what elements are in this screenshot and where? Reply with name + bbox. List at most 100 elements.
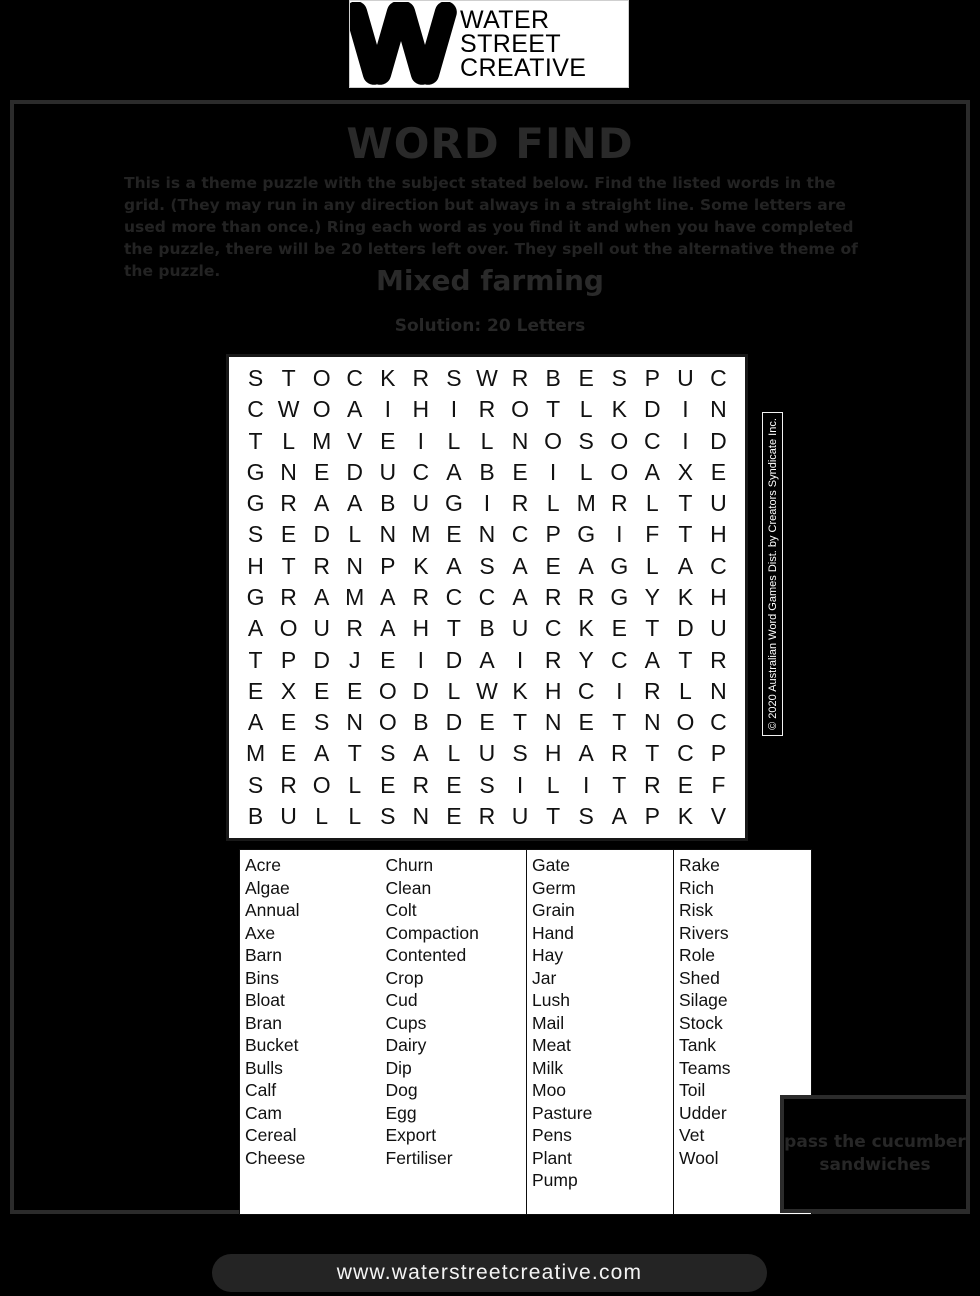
grid-cell-r9-c5[interactable]: A — [371, 613, 404, 644]
word-item[interactable]: Silage — [679, 989, 811, 1012]
grid-cell-r4-c2[interactable]: N — [272, 457, 305, 488]
grid-cell-r14-c1[interactable]: S — [239, 769, 272, 800]
word-item[interactable]: Fertiliser — [386, 1147, 527, 1170]
grid-cell-r14-c9[interactable]: I — [504, 769, 537, 800]
grid-cell-r9-c10[interactable]: C — [537, 613, 570, 644]
grid-cell-r9-c15[interactable]: U — [702, 613, 735, 644]
word-item[interactable]: Risk — [679, 899, 811, 922]
grid-cell-r11-c7[interactable]: L — [437, 676, 470, 707]
grid-cell-r5-c10[interactable]: L — [537, 488, 570, 519]
grid-cell-r11-c9[interactable]: K — [504, 676, 537, 707]
grid-cell-r9-c2[interactable]: O — [272, 613, 305, 644]
word-item[interactable]: Role — [679, 944, 811, 967]
grid-cell-r14-c4[interactable]: L — [338, 769, 371, 800]
grid-cell-r15-c14[interactable]: K — [669, 801, 702, 832]
grid-cell-r10-c1[interactable]: T — [239, 644, 272, 675]
grid-cell-r2-c14[interactable]: I — [669, 394, 702, 425]
grid-cell-r4-c7[interactable]: A — [437, 457, 470, 488]
grid-cell-r5-c13[interactable]: L — [636, 488, 669, 519]
grid-cell-r11-c14[interactable]: L — [669, 676, 702, 707]
grid-cell-r15-c3[interactable]: L — [305, 801, 338, 832]
grid-cell-r8-c8[interactable]: C — [470, 582, 503, 613]
grid-cell-r12-c13[interactable]: N — [636, 707, 669, 738]
grid-cell-r15-c12[interactable]: A — [603, 801, 636, 832]
grid-cell-r11-c8[interactable]: W — [470, 676, 503, 707]
word-item[interactable]: Compaction — [386, 922, 527, 945]
grid-cell-r15-c8[interactable]: R — [470, 801, 503, 832]
grid-cell-r1-c14[interactable]: U — [669, 363, 702, 394]
word-item[interactable]: Pens — [532, 1124, 673, 1147]
grid-cell-r7-c14[interactable]: A — [669, 551, 702, 582]
grid-cell-r11-c3[interactable]: E — [305, 676, 338, 707]
grid-cell-r6-c6[interactable]: M — [404, 519, 437, 550]
grid-cell-r9-c8[interactable]: B — [470, 613, 503, 644]
grid-cell-r12-c9[interactable]: T — [504, 707, 537, 738]
word-item[interactable]: Tank — [679, 1034, 811, 1057]
grid-cell-r14-c3[interactable]: O — [305, 769, 338, 800]
grid-cell-r8-c7[interactable]: C — [437, 582, 470, 613]
word-item[interactable]: Dip — [386, 1057, 527, 1080]
grid-cell-r3-c11[interactable]: S — [570, 426, 603, 457]
grid-cell-r1-c5[interactable]: K — [371, 363, 404, 394]
grid-cell-r5-c15[interactable]: U — [702, 488, 735, 519]
grid-cell-r5-c14[interactable]: T — [669, 488, 702, 519]
grid-cell-r5-c3[interactable]: A — [305, 488, 338, 519]
word-item[interactable]: Churn — [386, 854, 527, 877]
grid-cell-r2-c3[interactable]: O — [305, 394, 338, 425]
grid-cell-r15-c6[interactable]: N — [404, 801, 437, 832]
grid-cell-r13-c6[interactable]: A — [404, 738, 437, 769]
grid-cell-r7-c6[interactable]: K — [404, 551, 437, 582]
grid-cell-r11-c1[interactable]: E — [239, 676, 272, 707]
grid-cell-r10-c11[interactable]: Y — [570, 644, 603, 675]
grid-cell-r6-c2[interactable]: E — [272, 519, 305, 550]
grid-cell-r3-c8[interactable]: L — [470, 426, 503, 457]
grid-cell-r7-c4[interactable]: N — [338, 551, 371, 582]
grid-cell-r1-c13[interactable]: P — [636, 363, 669, 394]
grid-cell-r10-c3[interactable]: D — [305, 644, 338, 675]
word-item[interactable]: Cups — [386, 1012, 527, 1035]
word-item[interactable]: Bran — [245, 1012, 386, 1035]
grid-cell-r1-c15[interactable]: C — [702, 363, 735, 394]
grid-cell-r4-c4[interactable]: D — [338, 457, 371, 488]
grid-cell-r7-c1[interactable]: H — [239, 551, 272, 582]
grid-cell-r8-c13[interactable]: Y — [636, 582, 669, 613]
word-item[interactable]: Axe — [245, 922, 386, 945]
grid-cell-r15-c11[interactable]: S — [570, 801, 603, 832]
word-item[interactable]: Stock — [679, 1012, 811, 1035]
grid-cell-r2-c10[interactable]: T — [537, 394, 570, 425]
grid-cell-r15-c7[interactable]: E — [437, 801, 470, 832]
grid-cell-r7-c13[interactable]: L — [636, 551, 669, 582]
grid-cell-r2-c5[interactable]: I — [371, 394, 404, 425]
grid-cell-r10-c2[interactable]: P — [272, 644, 305, 675]
grid-cell-r10-c15[interactable]: R — [702, 644, 735, 675]
grid-cell-r15-c9[interactable]: U — [504, 801, 537, 832]
grid-cell-r7-c10[interactable]: E — [537, 551, 570, 582]
grid-cell-r10-c13[interactable]: A — [636, 644, 669, 675]
grid-cell-r14-c2[interactable]: R — [272, 769, 305, 800]
word-item[interactable]: Dairy — [386, 1034, 527, 1057]
word-item[interactable]: Calf — [245, 1079, 386, 1102]
grid-cell-r7-c9[interactable]: A — [504, 551, 537, 582]
word-item[interactable]: Cereal — [245, 1124, 386, 1147]
word-item[interactable]: Milk — [532, 1057, 673, 1080]
grid-cell-r8-c1[interactable]: G — [239, 582, 272, 613]
grid-cell-r7-c7[interactable]: A — [437, 551, 470, 582]
grid-cell-r15-c1[interactable]: B — [239, 801, 272, 832]
word-item[interactable]: Bins — [245, 967, 386, 990]
grid-cell-r11-c15[interactable]: N — [702, 676, 735, 707]
grid-cell-r14-c5[interactable]: E — [371, 769, 404, 800]
grid-cell-r5-c8[interactable]: I — [470, 488, 503, 519]
footer-url-pill[interactable]: www.waterstreetcreative.com — [212, 1254, 767, 1292]
grid-cell-r5-c1[interactable]: G — [239, 488, 272, 519]
grid-cell-r14-c10[interactable]: L — [537, 769, 570, 800]
word-item[interactable]: Clean — [386, 877, 527, 900]
word-item[interactable]: Export — [386, 1124, 527, 1147]
grid-cell-r6-c11[interactable]: G — [570, 519, 603, 550]
grid-cell-r3-c2[interactable]: L — [272, 426, 305, 457]
grid-cell-r7-c12[interactable]: G — [603, 551, 636, 582]
grid-cell-r14-c7[interactable]: E — [437, 769, 470, 800]
grid-cell-r1-c9[interactable]: R — [504, 363, 537, 394]
grid-cell-r4-c11[interactable]: L — [570, 457, 603, 488]
grid-cell-r13-c8[interactable]: U — [470, 738, 503, 769]
grid-cell-r2-c12[interactable]: K — [603, 394, 636, 425]
